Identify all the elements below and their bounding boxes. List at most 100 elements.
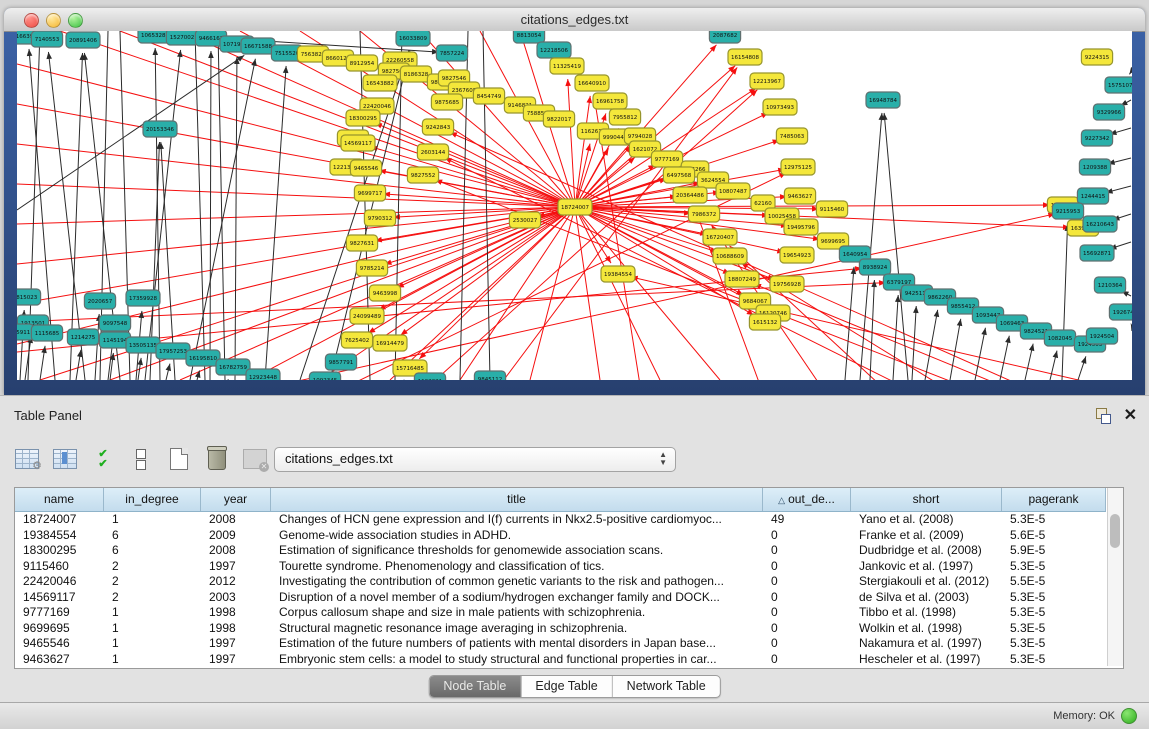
table-cell[interactable]: Corpus callosum shape and size in male p… — [271, 605, 763, 621]
graph-node[interactable]: 2603144 — [417, 144, 448, 160]
table-row[interactable]: 946362711997Embryonic stem cells: a mode… — [15, 652, 1106, 668]
tab-network-table[interactable]: Network Table — [613, 676, 720, 697]
table-cell[interactable]: Embryonic stem cells: a model to study s… — [271, 652, 763, 668]
table-cell[interactable]: 1 — [104, 621, 201, 637]
table-cell[interactable]: 19384554 — [15, 528, 104, 544]
table-cell[interactable]: Changes of HCN gene expression and I(f) … — [271, 512, 763, 528]
graph-node[interactable]: 16154808 — [728, 49, 762, 65]
column-header-name[interactable]: name — [15, 488, 104, 511]
table-row[interactable]: 1456911722003Disruption of a novel membe… — [15, 590, 1106, 606]
graph-node[interactable]: 11325419 — [550, 58, 584, 74]
column-header-year[interactable]: year — [201, 488, 271, 511]
table-cell[interactable]: Investigating the contribution of common… — [271, 574, 763, 590]
table-cell[interactable]: 2 — [104, 559, 201, 575]
table-cell[interactable]: 0 — [763, 652, 851, 668]
table-row[interactable]: 1872400712008Changes of HCN gene express… — [15, 512, 1106, 528]
graph-node[interactable]: 9215953 — [1052, 203, 1083, 219]
table-cell[interactable]: Disruption of a novel member of a sodium… — [271, 590, 763, 606]
graph-node[interactable]: 8938924 — [859, 259, 890, 275]
row-style-icon[interactable] — [128, 446, 154, 472]
table-cell[interactable]: 0 — [763, 559, 851, 575]
table-cell[interactable]: 2003 — [201, 590, 271, 606]
graph-node[interactable]: 9790312 — [364, 210, 395, 226]
table-cell[interactable]: 2008 — [201, 543, 271, 559]
table-cell[interactable]: 22420046 — [15, 574, 104, 590]
table-cell[interactable]: de Silva et al. (2003) — [851, 590, 1002, 606]
table-cell[interactable]: 5.3E-5 — [1002, 559, 1106, 575]
graph-node[interactable]: 9227342 — [1081, 130, 1112, 146]
table-cell[interactable]: 0 — [763, 590, 851, 606]
table-cell[interactable]: 0 — [763, 621, 851, 637]
graph-node[interactable]: 18807249 — [725, 271, 759, 287]
graph-node[interactable]: 17957253 — [156, 343, 190, 359]
table-cell[interactable]: 9465546 — [15, 636, 104, 652]
table-row[interactable]: 2242004622012Investigating the contribut… — [15, 574, 1106, 590]
table-row[interactable]: 969969511998Structural magnetic resonanc… — [15, 621, 1106, 637]
graph-node[interactable]: 16033809 — [396, 31, 430, 46]
graph-node[interactable]: 1527002 — [166, 31, 197, 45]
table-cell[interactable]: Yano et al. (2008) — [851, 512, 1002, 528]
graph-node[interactable]: 8813054 — [513, 31, 544, 43]
table-cell[interactable]: Tourette syndrome. Phenomenology and cla… — [271, 559, 763, 575]
table-cell[interactable]: 14569117 — [15, 590, 104, 606]
table-cell[interactable]: 2 — [104, 590, 201, 606]
column-header-out-de-[interactable]: △out_de... — [763, 488, 851, 511]
graph-node[interactable]: 16671588 — [241, 38, 275, 54]
table-cell[interactable]: 9115460 — [15, 559, 104, 575]
graph-node[interactable]: 2087682 — [709, 31, 740, 43]
table-row[interactable]: 946554611997Estimation of the future num… — [15, 636, 1106, 652]
graph-node[interactable]: 1115685 — [31, 325, 62, 341]
graph-node[interactable]: 17359928 — [126, 290, 160, 306]
graph-node[interactable]: 9115460 — [816, 201, 847, 217]
graph-node[interactable]: 1092345 — [309, 372, 340, 380]
graph-node[interactable]: 20364486 — [673, 187, 707, 203]
network-window-titlebar[interactable]: citations_edges.txt — [4, 8, 1145, 32]
table-cell[interactable]: 1997 — [201, 559, 271, 575]
graph-node[interactable]: 9097548 — [99, 315, 130, 331]
graph-node[interactable]: 10688609 — [713, 248, 747, 264]
table-cell[interactable]: 1 — [104, 636, 201, 652]
table-cell[interactable]: 0 — [763, 574, 851, 590]
close-panel-icon[interactable]: ✕ — [1124, 408, 1137, 424]
graph-node[interactable]: 8912954 — [346, 55, 377, 71]
table-cell[interactable]: 2 — [104, 574, 201, 590]
delete-rows-icon[interactable] — [204, 446, 230, 472]
graph-node[interactable]: 9463998 — [369, 285, 400, 301]
graph-node[interactable]: 14569117 — [341, 135, 375, 151]
table-cell[interactable]: Nakamura et al. (1997) — [851, 636, 1002, 652]
table-cell[interactable]: 5.3E-5 — [1002, 636, 1106, 652]
graph-node[interactable]: 9329966 — [1093, 104, 1124, 120]
graph-node[interactable]: 7986372 — [688, 206, 719, 222]
graph-node[interactable]: 9857791 — [325, 354, 356, 370]
graph-node[interactable]: 19495796 — [784, 219, 818, 235]
graph-node[interactable]: 16914479 — [373, 335, 407, 351]
table-cell[interactable]: 2008 — [201, 512, 271, 528]
graph-node[interactable]: 10973493 — [763, 99, 797, 115]
graph-node[interactable]: 7857224 — [436, 45, 467, 61]
table-cell[interactable]: 9777169 — [15, 605, 104, 621]
graph-node[interactable]: 9699717 — [354, 185, 385, 201]
table-cell[interactable]: 6 — [104, 528, 201, 544]
table-cell[interactable]: Structural magnetic resonance image aver… — [271, 621, 763, 637]
table-cell[interactable]: 0 — [763, 605, 851, 621]
select-rows-icon[interactable]: ✔✔ — [90, 446, 116, 472]
table-cell[interactable]: 9699695 — [15, 621, 104, 637]
graph-node[interactable]: 7625402 — [341, 332, 372, 348]
graph-node[interactable]: 16948784 — [866, 92, 900, 108]
graph-node[interactable]: 1192021 — [414, 373, 445, 380]
graph-node[interactable]: 1214275 — [67, 329, 98, 345]
table-cell[interactable]: Jankovic et al. (1997) — [851, 559, 1002, 575]
table-cell[interactable]: 1998 — [201, 621, 271, 637]
table-cell[interactable]: 0 — [763, 543, 851, 559]
graph-node[interactable]: 9827552 — [407, 167, 438, 183]
tab-edge-table[interactable]: Edge Table — [521, 676, 612, 697]
graph-node[interactable]: 2530027 — [509, 212, 540, 228]
table-cell[interactable]: Hescheler et al. (1997) — [851, 652, 1002, 668]
graph-node[interactable]: 12975125 — [781, 159, 815, 175]
table-row[interactable]: 977716911998Corpus callosum shape and si… — [15, 605, 1106, 621]
graph-node[interactable]: 1926741 — [1109, 304, 1132, 320]
graph-node[interactable]: 2020657 — [84, 293, 115, 309]
table-cell[interactable]: Genome-wide association studies in ADHD. — [271, 528, 763, 544]
table-cell[interactable]: 1997 — [201, 652, 271, 668]
graph-node[interactable]: 12213967 — [750, 73, 784, 89]
